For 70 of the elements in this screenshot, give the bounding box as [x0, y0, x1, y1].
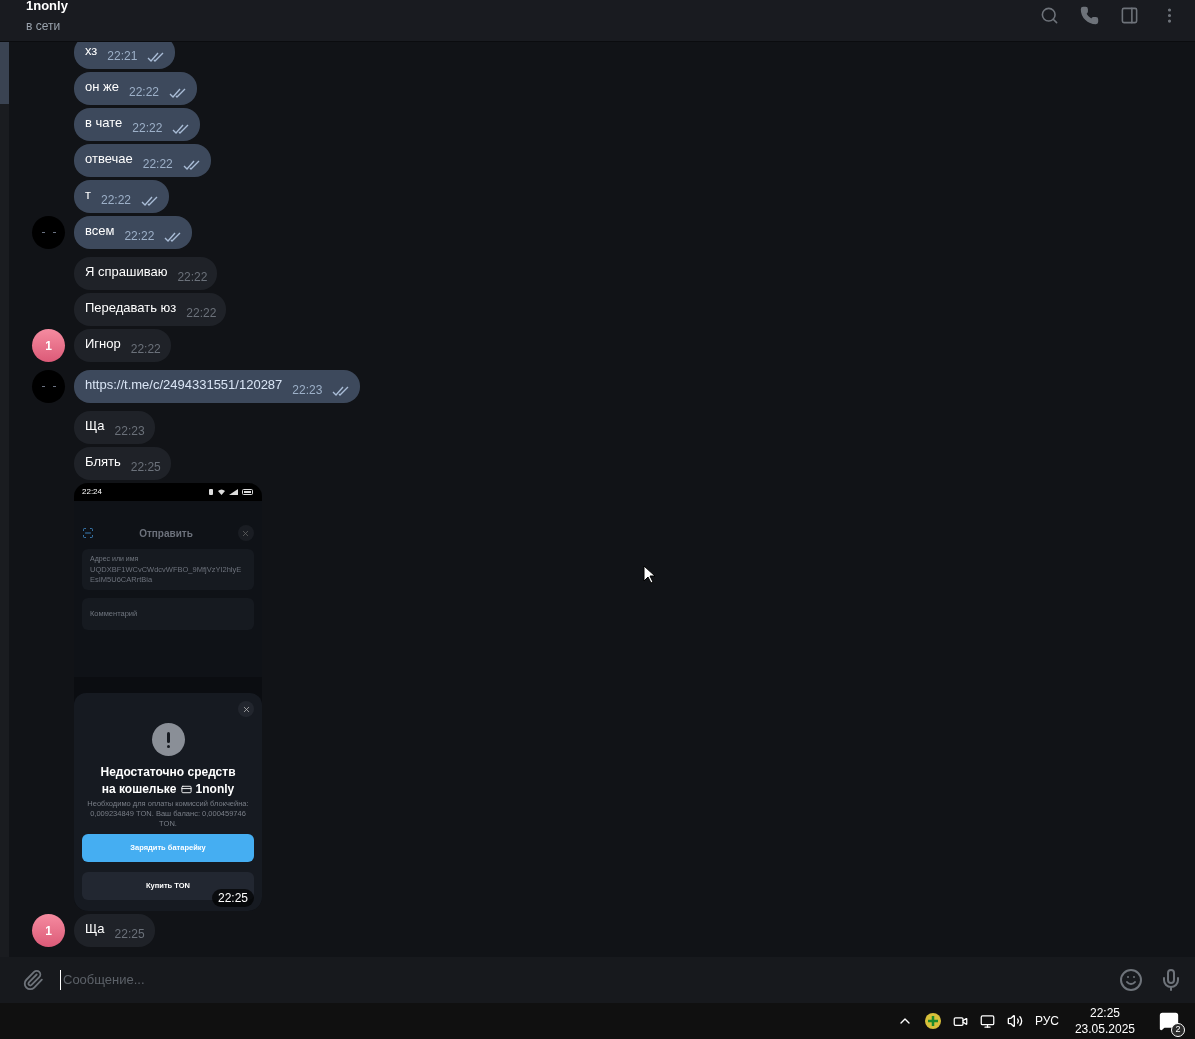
alert-title: Недостаточно средств	[100, 764, 236, 781]
message-time: 22:22	[124, 228, 155, 245]
sheet-title: Отправить	[139, 526, 193, 541]
message-time: 22:23	[114, 423, 145, 440]
close-icon	[241, 528, 251, 538]
message-text: Блять	[85, 452, 121, 471]
message-text: Ща	[85, 416, 105, 435]
language-indicator[interactable]: РУС	[1034, 1012, 1059, 1030]
chat-title: 1nonly	[26, 0, 68, 12]
message-time: 22:25	[211, 889, 254, 907]
search-icon[interactable]	[1040, 6, 1059, 25]
message-text: отвечае	[85, 149, 133, 168]
screenshot-image[interactable]	[74, 483, 262, 911]
message-text: Игнор	[85, 334, 121, 353]
emoji-icon[interactable]	[1119, 968, 1143, 992]
notification-badge: 2	[1171, 1023, 1185, 1037]
alert-title: на кошельке	[101, 781, 177, 798]
exclamation-icon	[151, 723, 185, 756]
message-time: 22:23	[292, 382, 323, 399]
double-check-icon	[182, 160, 201, 170]
notifications-icon[interactable]	[1159, 1011, 1179, 1031]
message-time: 22:22	[128, 84, 159, 101]
message-link[interactable]: https://t.me/c/2494331551/120287	[85, 374, 283, 394]
message-time: 22:21	[107, 48, 138, 65]
clock[interactable]: 22:25 23.05.2025	[1070, 1005, 1139, 1037]
message-time: 22:25	[114, 926, 145, 943]
message-time: 22:22	[100, 192, 131, 209]
wallet-icon	[180, 784, 192, 795]
wallet-name: 1nonly	[195, 781, 235, 798]
status-time: 22:24	[82, 486, 103, 498]
sidebar-toggle-icon[interactable]	[1120, 6, 1139, 25]
message-time: 22:25	[130, 459, 161, 476]
double-check-icon	[147, 52, 166, 62]
volume-icon[interactable]	[1006, 1013, 1023, 1029]
message-text: хз	[85, 42, 98, 60]
scan-icon	[82, 527, 94, 539]
chat-status: в сети	[26, 18, 62, 35]
phone-icon[interactable]	[1080, 6, 1099, 25]
tray-app-icon[interactable]	[924, 1013, 941, 1029]
mouse-cursor	[643, 565, 655, 584]
double-check-icon	[141, 196, 159, 206]
scrollbar[interactable]	[0, 42, 9, 957]
close-button[interactable]	[238, 701, 254, 717]
close-icon	[241, 704, 251, 714]
message-text: Я спрашиваю	[85, 262, 168, 281]
avatar[interactable]: 1	[32, 329, 65, 362]
message-time: 22:22	[130, 341, 161, 358]
message-text: в чате	[85, 113, 123, 132]
message-text: т	[85, 185, 91, 204]
message-time: 22:22	[186, 305, 217, 322]
signal-icon	[229, 489, 238, 495]
double-check-icon	[332, 386, 351, 396]
network-icon[interactable]	[979, 1013, 995, 1029]
message-time: 22:22	[132, 120, 163, 137]
close-button[interactable]	[238, 525, 254, 541]
double-check-icon	[169, 88, 187, 98]
message-text: Передавать юз	[85, 298, 177, 317]
vibrate-icon	[208, 489, 214, 495]
message-text: Ща	[85, 919, 105, 938]
message-time: 22:22	[177, 269, 208, 286]
double-check-icon	[164, 232, 183, 242]
wifi-icon	[218, 489, 225, 495]
message-text: всем	[85, 221, 115, 240]
battery-icon	[242, 489, 254, 495]
attach-icon[interactable]	[22, 969, 44, 991]
message-text: он же	[85, 77, 119, 96]
double-check-icon	[172, 124, 191, 134]
avatar[interactable]: 1	[32, 914, 65, 947]
message-time: 22:22	[142, 156, 173, 173]
message-composer[interactable]: Сообщение...	[0, 957, 1195, 1003]
